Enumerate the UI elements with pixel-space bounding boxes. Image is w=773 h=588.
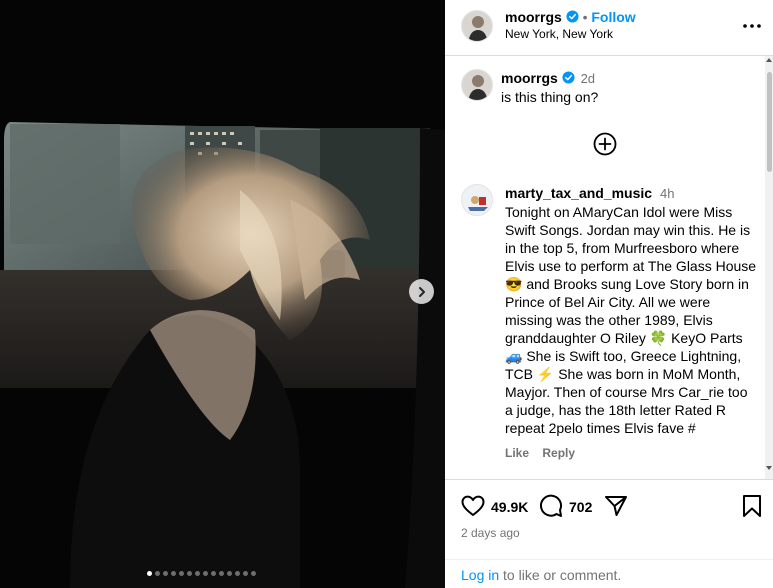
login-suffix: to like or comment.	[499, 567, 622, 583]
slide-dot	[187, 571, 192, 576]
scroll-up-arrow-icon[interactable]	[766, 58, 772, 62]
comment-like-button[interactable]: Like	[505, 446, 529, 460]
comment-text-line: TCB ⚡ She was born in MoM Month,	[505, 366, 741, 382]
slide-dot	[171, 571, 176, 576]
verified-badge-icon	[562, 71, 575, 84]
slide-dot	[235, 571, 240, 576]
comment-text: Tonight on AMaryCan Idol were Miss Swift …	[505, 203, 756, 437]
post-timestamp[interactable]: 2 days ago	[461, 526, 520, 540]
comment-text-line: repeat 2pelo times Elvis fave #	[505, 420, 696, 436]
post-photo	[0, 0, 445, 588]
comment-header: marty_tax_and_music 4h	[505, 185, 674, 201]
avatar-image	[462, 11, 492, 41]
post-actions: 49.9K 702 2 days ago Log in to like or c…	[445, 479, 773, 588]
slide-dot	[243, 571, 248, 576]
avatar-image	[462, 185, 492, 215]
caption-header: moorrgs 2d	[501, 70, 595, 86]
slide-dot	[203, 571, 208, 576]
slide-dot	[211, 571, 216, 576]
comment-actions: Like Reply	[505, 446, 585, 460]
comment-text-line: a judge, has the 18th letter Rated R	[505, 402, 727, 418]
header-title-row: moorrgs • Follow	[505, 9, 636, 25]
load-more-comments-icon[interactable]	[593, 132, 617, 156]
comment-text-line: 🚙 She is Swift too, Greece Lightning,	[505, 348, 742, 364]
slide-dot	[219, 571, 224, 576]
avatar-image	[462, 70, 492, 100]
slide-dot	[179, 571, 184, 576]
comment-text-line: Tonight on AMaryCan Idol were Miss	[505, 204, 733, 220]
comment-text-line: in the top 5, from Murfreesboro where	[505, 240, 740, 256]
comment-text-line: granddaughter O Riley 🍀 KeyO Parts	[505, 330, 743, 346]
comment-text-line: 😎 and Brooks sung Love Story born in	[505, 276, 749, 292]
post-location[interactable]: New York, New York	[505, 27, 613, 41]
author-username[interactable]: moorrgs	[505, 9, 562, 25]
slide-dot	[195, 571, 200, 576]
verified-badge-icon	[566, 10, 579, 23]
slide-dot	[251, 571, 256, 576]
follow-separator: •	[582, 9, 588, 25]
login-link[interactable]: Log in	[461, 567, 499, 583]
comment-reply-button[interactable]: Reply	[542, 446, 575, 460]
author-avatar[interactable]	[461, 10, 493, 42]
scroll-down-arrow-icon[interactable]	[766, 466, 772, 470]
caption-avatar[interactable]	[461, 69, 493, 101]
more-horizontal-icon[interactable]	[741, 15, 763, 37]
slide-dot	[163, 571, 168, 576]
post-sidebar: moorrgs • Follow New York, New York moor…	[445, 0, 773, 588]
comment-icon[interactable]	[538, 493, 564, 519]
comments-section[interactable]: moorrgs 2d is this thing on? marty_tax_a…	[445, 57, 773, 479]
commenter-avatar[interactable]	[461, 184, 493, 216]
post-media	[0, 0, 445, 588]
comment-text-line: missing was the other 1989, Elvis	[505, 312, 713, 328]
follow-button[interactable]: Follow	[591, 9, 635, 25]
slide-dot	[147, 571, 152, 576]
post-header: moorrgs • Follow New York, New York	[445, 0, 773, 56]
scrollbar-thumb[interactable]	[767, 72, 772, 172]
chevron-right-icon	[418, 286, 425, 297]
slide-dot	[227, 571, 232, 576]
comments-count[interactable]: 702	[569, 499, 592, 515]
caption-time[interactable]: 2d	[581, 71, 595, 86]
comment-time[interactable]: 4h	[660, 186, 674, 201]
share-icon[interactable]	[603, 493, 629, 519]
slide-dot	[155, 571, 160, 576]
caption-username[interactable]: moorrgs	[501, 70, 558, 86]
comment-username[interactable]: marty_tax_and_music	[505, 185, 652, 201]
next-slide-button[interactable]	[409, 279, 434, 304]
slide-indicator	[147, 571, 256, 576]
comment-text-line: Elvis use to perform at The Glass House	[505, 258, 757, 274]
bookmark-icon[interactable]	[739, 493, 765, 519]
comment-text-line: Swift Songs. Jordan may win this. He is	[505, 222, 751, 238]
login-prompt: Log in to like or comment.	[461, 567, 621, 583]
comment-text-line: Prince of Bel Air City. All we were	[505, 294, 711, 310]
comment-text-line: Mayjor. Then of course Mrs Car_rie too	[505, 384, 748, 400]
likes-count[interactable]: 49.9K	[491, 499, 528, 515]
heart-icon[interactable]	[460, 493, 486, 519]
caption-text: is this thing on?	[501, 89, 599, 105]
